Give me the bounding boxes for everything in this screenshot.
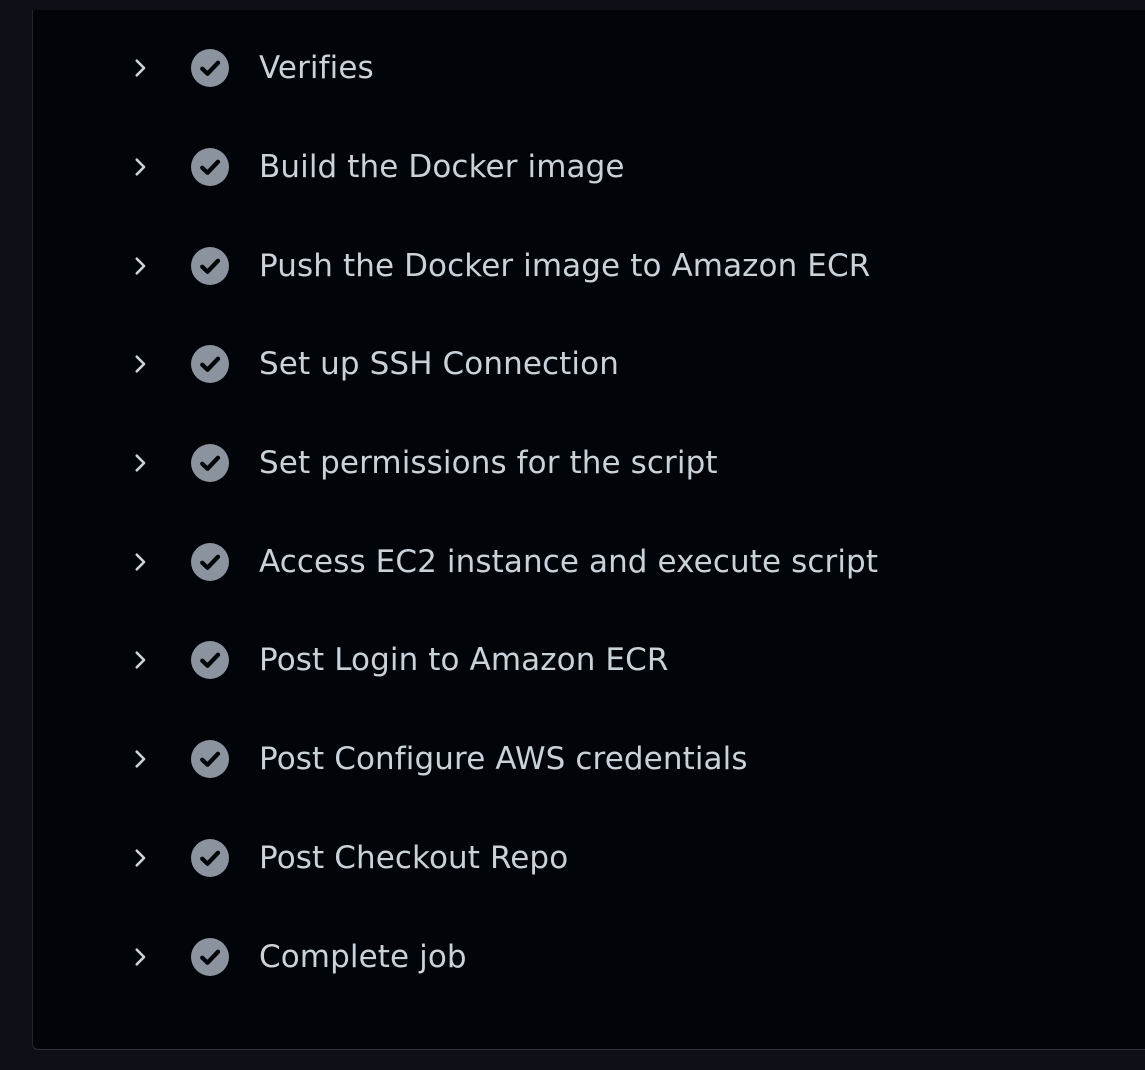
- check-circle-icon: [191, 641, 229, 679]
- check-circle-icon: [191, 839, 229, 877]
- check-circle-icon: [191, 543, 229, 581]
- check-circle-icon: [191, 444, 229, 482]
- chevron-right-icon: [135, 849, 146, 867]
- step-label: Access EC2 instance and execute script: [259, 544, 879, 580]
- step-label: Post Login to Amazon ECR: [259, 642, 669, 678]
- chevron-right-icon: [135, 553, 146, 571]
- chevron-right-icon: [135, 59, 146, 77]
- step-row-set-permissions[interactable]: Set permissions for the script: [33, 433, 1033, 493]
- step-label: Push the Docker image to Amazon ECR: [259, 248, 871, 284]
- step-row-verifies[interactable]: Verifies: [33, 38, 1033, 98]
- check-circle-icon: [191, 148, 229, 186]
- chevron-right-icon: [135, 948, 146, 966]
- left-gutter: [0, 0, 32, 1070]
- check-circle-icon: [191, 247, 229, 285]
- step-row-access-ec2[interactable]: Access EC2 instance and execute script: [33, 532, 1033, 592]
- step-label: Post Configure AWS credentials: [259, 741, 748, 777]
- chevron-right-icon: [135, 454, 146, 472]
- step-row-setup-ssh[interactable]: Set up SSH Connection: [33, 334, 1033, 394]
- step-row-post-login-ecr[interactable]: Post Login to Amazon ECR: [33, 630, 1033, 690]
- step-label: Complete job: [259, 939, 467, 975]
- chevron-right-icon: [135, 257, 146, 275]
- chevron-right-icon: [135, 158, 146, 176]
- step-row-push-docker-image[interactable]: Push the Docker image to Amazon ECR: [33, 236, 1033, 296]
- step-label: Set up SSH Connection: [259, 346, 619, 382]
- step-row-post-checkout-repo[interactable]: Post Checkout Repo: [33, 828, 1033, 888]
- check-circle-icon: [191, 49, 229, 87]
- step-label: Verifies: [259, 50, 374, 86]
- step-label: Build the Docker image: [259, 149, 625, 185]
- step-row-build-docker-image[interactable]: Build the Docker image: [33, 137, 1033, 197]
- check-circle-icon: [191, 345, 229, 383]
- job-steps-panel: Verifies Build the Docker image Push the…: [32, 10, 1145, 1050]
- step-label: Post Checkout Repo: [259, 840, 569, 876]
- check-circle-icon: [191, 740, 229, 778]
- step-row-post-configure-aws[interactable]: Post Configure AWS credentials: [33, 729, 1033, 789]
- chevron-right-icon: [135, 651, 146, 669]
- step-row-complete-job[interactable]: Complete job: [33, 927, 1033, 987]
- chevron-right-icon: [135, 750, 146, 768]
- step-label: Set permissions for the script: [259, 445, 718, 481]
- chevron-right-icon: [135, 355, 146, 373]
- check-circle-icon: [191, 938, 229, 976]
